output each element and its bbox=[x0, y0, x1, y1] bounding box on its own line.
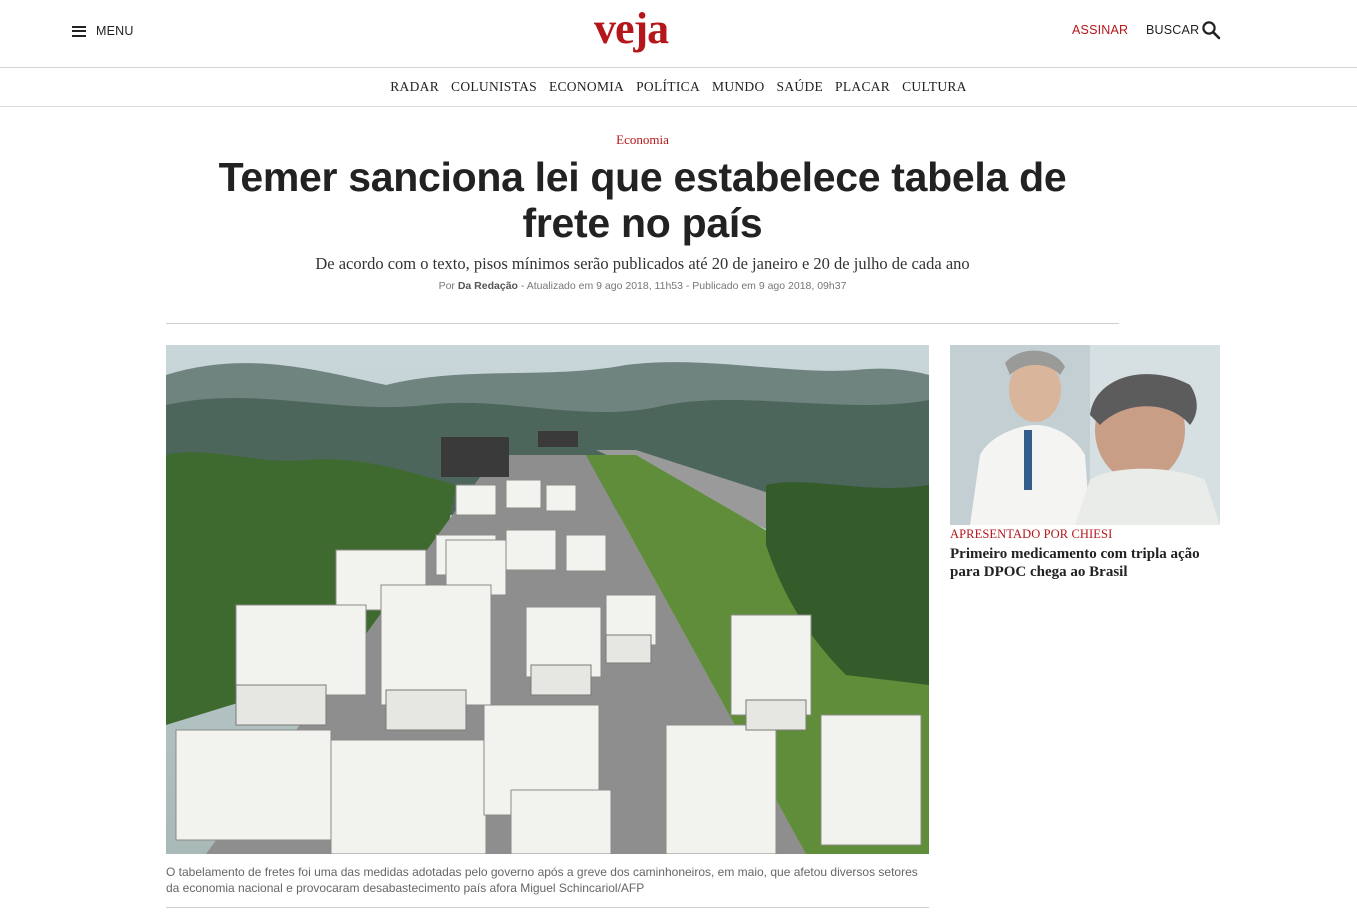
menu-button[interactable]: MENU bbox=[72, 22, 134, 40]
nav-item-radar[interactable]: RADAR bbox=[390, 79, 439, 95]
section-kicker[interactable]: Economia bbox=[0, 132, 1285, 148]
nav-item-cultura[interactable]: CULTURA bbox=[902, 79, 967, 95]
image-caption: O tabelamento de fretes foi uma das medi… bbox=[166, 865, 918, 895]
search-button[interactable]: BUSCAR bbox=[1146, 20, 1221, 40]
article-dek: De acordo com o texto, pisos mínimos ser… bbox=[315, 254, 970, 273]
article-headline: Temer sanciona lei que estabelece tabela… bbox=[218, 154, 1067, 246]
nav-item-saude[interactable]: SAÚDE bbox=[777, 79, 824, 95]
search-label: BUSCAR bbox=[1146, 23, 1200, 37]
hamburger-icon bbox=[72, 25, 86, 37]
header-divider bbox=[166, 323, 1119, 324]
nav-item-economia[interactable]: ECONOMIA bbox=[549, 79, 624, 95]
truck-traffic-illustration bbox=[166, 345, 929, 854]
byline-prefix: Por bbox=[438, 280, 455, 292]
subscribe-link[interactable]: ASSINAR bbox=[1072, 23, 1128, 37]
byline-dates: - Atualizado em 9 ago 2018, 11h53 - Publ… bbox=[517, 280, 847, 292]
doctor-patient-illustration bbox=[950, 345, 1220, 525]
promo-image[interactable] bbox=[950, 345, 1220, 525]
sponsored-label: APRESENTADO POR CHIESI bbox=[950, 527, 1113, 541]
article-byline: Por Da Redação - Atualizado em 9 ago 201… bbox=[0, 280, 1285, 292]
caption-divider bbox=[166, 907, 929, 908]
nav-item-mundo[interactable]: MUNDO bbox=[712, 79, 765, 95]
search-icon bbox=[1202, 21, 1221, 40]
section-nav: RADAR COLUNISTAS ECONOMIA POLÍTICA MUNDO SAÚD… bbox=[0, 69, 1357, 107]
nav-item-politica[interactable]: POLÍTICA bbox=[636, 79, 700, 95]
menu-label: MENU bbox=[96, 24, 134, 38]
promo-headline[interactable]: Primeiro medicamento com tripla ação par… bbox=[950, 545, 1220, 581]
section-nav-list: RADAR COLUNISTAS ECONOMIA POLÍTICA MUNDO SAÚD… bbox=[0, 79, 1357, 95]
nav-item-placar[interactable]: PLACAR bbox=[835, 79, 890, 95]
byline-author[interactable]: Da Redação bbox=[458, 280, 518, 292]
site-header: MENU veja ASSINAR BUSCAR bbox=[0, 0, 1357, 68]
site-logo[interactable]: veja bbox=[594, 4, 669, 54]
article-hero-image bbox=[166, 345, 929, 854]
nav-item-colunistas[interactable]: COLUNISTAS bbox=[451, 79, 537, 95]
